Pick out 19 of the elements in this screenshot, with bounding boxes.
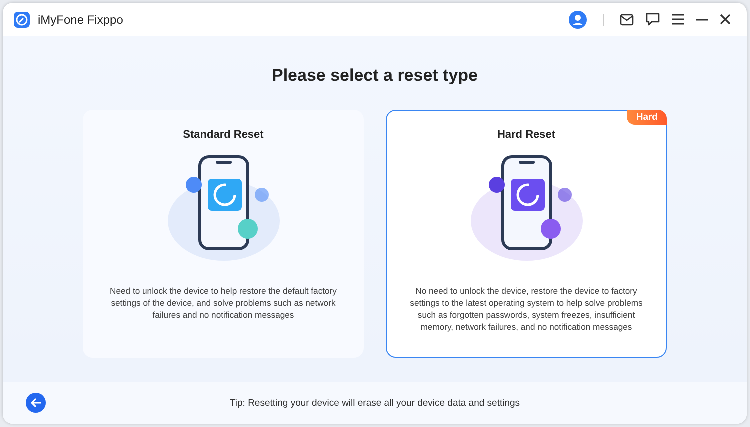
reset-option-card[interactable]: Standard Reset Need to unlock the device to help restore the default factory settings of the device, and solve problems such as network failures and no notification messages bbox=[83, 110, 364, 358]
mail-icon[interactable] bbox=[620, 14, 634, 26]
reset-option-card[interactable] bbox=[386, 110, 667, 358]
chat-icon[interactable] bbox=[646, 13, 660, 26]
app-logo-icon bbox=[14, 12, 30, 28]
option-title: Hard Reset bbox=[497, 129, 556, 141]
tip-text: Tip: Resetting your device will erase all your device data and settings bbox=[228, 398, 522, 408]
option-description: No need to unlock the device, restore the device to factory settings to the latest operating system to help solve problems such as forgotten passwords, system freezes, insufficient memory, network failures, and no notification messages bbox=[409, 285, 644, 333]
option-description: Need to unlock the device to help restore the default factory settings of the device, and solve problems such as network failures and no notification messages bbox=[109, 285, 338, 321]
left-arrow-icon bbox=[30, 398, 42, 408]
back-button[interactable] bbox=[26, 393, 46, 413]
user-avatar-icon[interactable] bbox=[569, 10, 587, 28]
page-heading: Please select a reset type bbox=[272, 66, 478, 86]
minimize-icon[interactable] bbox=[696, 18, 708, 20]
window-title: iMyFone Fixppo bbox=[38, 12, 124, 26]
menu-icon[interactable] bbox=[672, 14, 684, 25]
option-title: Standard Reset bbox=[183, 129, 264, 141]
close-icon[interactable] bbox=[720, 14, 731, 25]
difficulty-badge: Hard bbox=[627, 110, 667, 125]
